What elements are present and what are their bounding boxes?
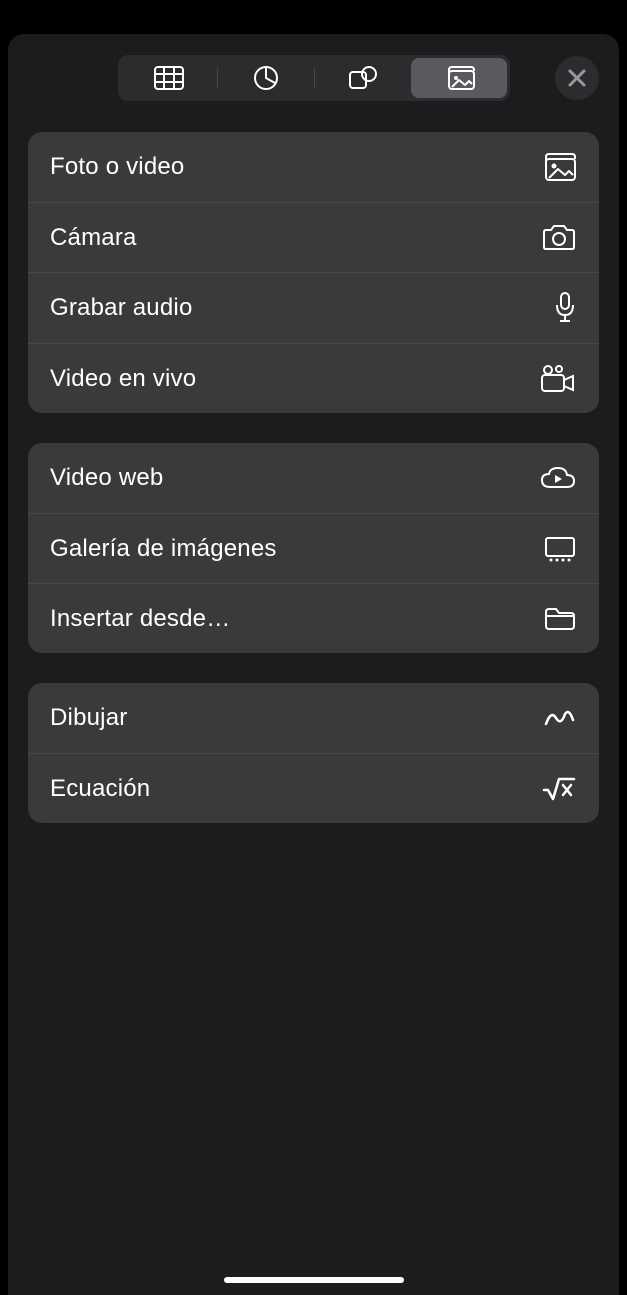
photo-icon — [539, 152, 577, 182]
content: Foto o video Cámara — [8, 102, 619, 823]
row-label: Video web — [50, 464, 163, 492]
media-icon — [442, 65, 476, 91]
row-label: Foto o video — [50, 153, 184, 181]
row-photo-video[interactable]: Foto o video — [28, 132, 599, 202]
videocam-icon — [539, 364, 577, 394]
row-camera[interactable]: Cámara — [28, 202, 599, 272]
row-web-video[interactable]: Video web — [28, 443, 599, 513]
row-label: Grabar audio — [50, 294, 193, 322]
sqrt-icon — [541, 776, 577, 802]
tab-chart[interactable] — [218, 58, 314, 98]
row-record-audio[interactable]: Grabar audio — [28, 272, 599, 343]
tab-shape[interactable] — [315, 58, 411, 98]
camera-icon — [541, 224, 577, 252]
close-button[interactable] — [555, 56, 599, 100]
cloud-play-icon — [539, 465, 577, 491]
row-label: Galería de imágenes — [50, 535, 277, 563]
home-indicator[interactable] — [224, 1277, 404, 1283]
row-insert-from[interactable]: Insertar desde… — [28, 583, 599, 653]
mic-icon — [553, 291, 577, 325]
row-label: Ecuación — [50, 775, 150, 803]
row-label: Dibujar — [50, 704, 127, 732]
row-label: Video en vivo — [50, 365, 196, 393]
segmented-control — [118, 55, 510, 101]
scribble-icon — [543, 706, 577, 730]
folder-icon — [543, 606, 577, 632]
row-live-video[interactable]: Video en vivo — [28, 343, 599, 413]
row-draw[interactable]: Dibujar — [28, 683, 599, 753]
shape-icon — [348, 65, 378, 91]
gallery-icon — [543, 535, 577, 563]
insert-sheet: Foto o video Cámara — [8, 34, 619, 1295]
close-icon — [567, 68, 587, 88]
tab-media[interactable] — [411, 58, 507, 98]
tab-table[interactable] — [121, 58, 217, 98]
header — [8, 54, 619, 102]
row-equation[interactable]: Ecuación — [28, 753, 599, 823]
chart-icon — [253, 65, 279, 91]
group-1: Foto o video Cámara — [28, 132, 599, 413]
row-label: Cámara — [50, 224, 137, 252]
row-label: Insertar desde… — [50, 605, 230, 633]
group-2: Video web Galería de imágenes — [28, 443, 599, 653]
group-3: Dibujar Ecuación — [28, 683, 599, 823]
row-image-gallery[interactable]: Galería de imágenes — [28, 513, 599, 583]
table-icon — [154, 66, 184, 90]
